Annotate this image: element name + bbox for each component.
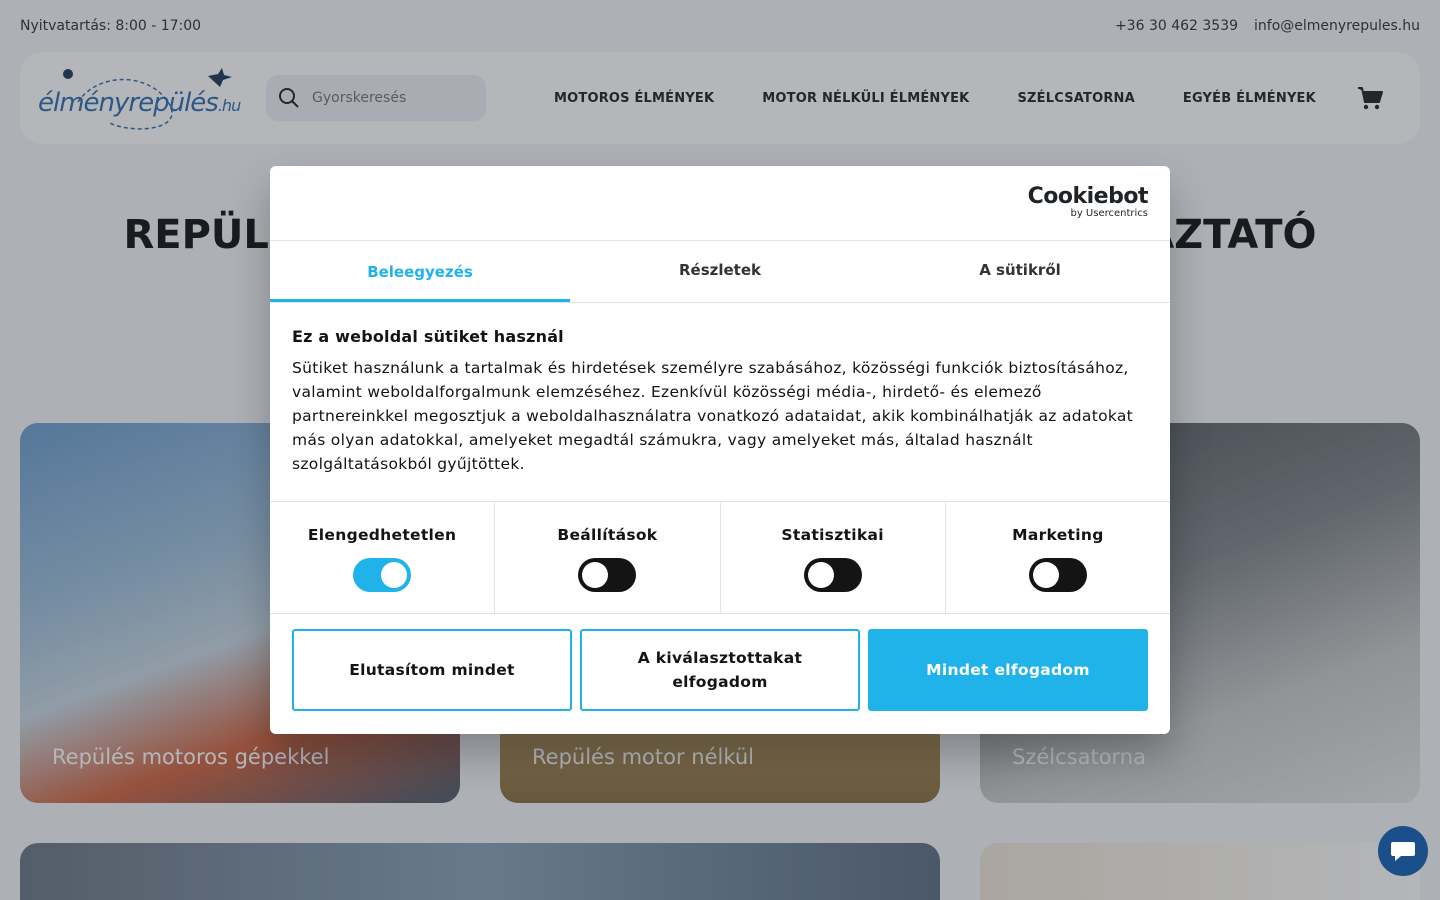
consent-body: Ez a weboldal sütiket használ Sütiket ha… [270,303,1170,501]
tab-beleegyezes[interactable]: Beleegyezés [270,241,570,302]
consent-buttons: Elutasítom mindet A kiválasztottakat elf… [270,614,1170,711]
category-label: Statisztikai [781,526,884,544]
category-label: Marketing [1012,526,1104,544]
allow-all-button[interactable]: Mindet elfogadom [868,629,1148,711]
category-preferences: Beállítások [495,502,721,613]
dialog-header: Cookiebot by Usercentrics [270,166,1170,241]
cookie-consent-dialog: Cookiebot by Usercentrics Beleegyezés Ré… [270,166,1170,734]
deny-all-button[interactable]: Elutasítom mindet [292,629,572,711]
consent-categories: Elengedhetetlen Beállítások Statisztikai… [270,501,1170,614]
statistics-toggle[interactable] [803,558,862,592]
category-statistics: Statisztikai [721,502,946,613]
consent-text: Sütiket használunk a tartalmak és hirdet… [292,359,1134,473]
consent-tabs: Beleegyezés Részletek A sütikről [270,241,1170,303]
cookiebot-brand-sub: by Usercentrics [1070,208,1148,219]
category-marketing: Marketing [946,502,1170,613]
category-label: Beállítások [557,526,658,544]
tab-reszletek[interactable]: Részletek [570,241,870,302]
preferences-toggle[interactable] [578,558,637,592]
chat-button[interactable] [1378,826,1428,876]
category-necessary: Elengedhetetlen [270,502,496,613]
cookiebot-logo[interactable]: Cookiebot by Usercentrics [1027,184,1149,220]
chat-icon [1391,842,1415,861]
category-label: Elengedhetetlen [307,526,457,544]
consent-heading: Ez a weboldal sütiket használ [292,327,564,346]
necessary-toggle[interactable] [353,558,412,592]
cookiebot-brand-name: Cookiebot [1027,184,1149,209]
tab-a-sutikrol[interactable]: A sütikről [870,241,1170,302]
marketing-toggle[interactable] [1028,558,1087,592]
allow-selected-button[interactable]: A kiválasztottakat elfogadom [580,629,860,711]
